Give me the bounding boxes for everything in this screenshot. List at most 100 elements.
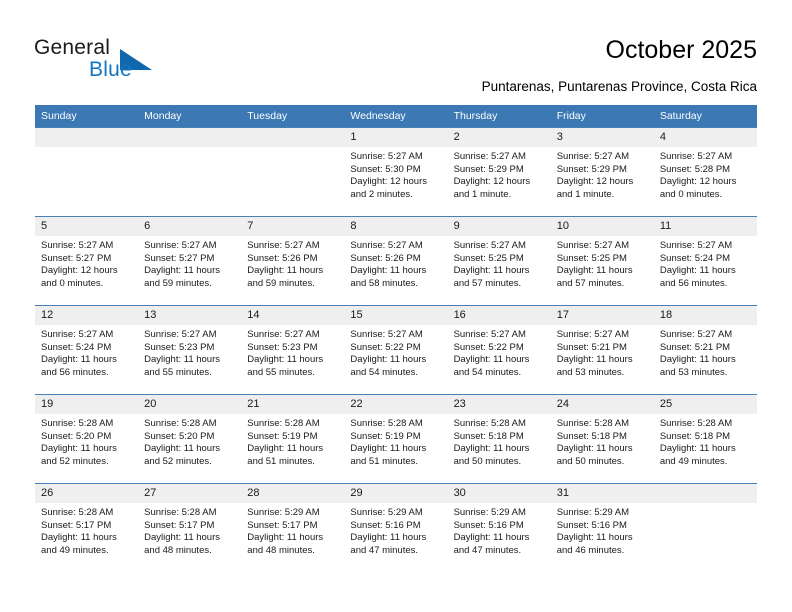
- sunrise-time: Sunrise: 5:27 AM: [453, 329, 526, 340]
- daylight-duration-line2: and 51 minutes.: [350, 455, 419, 467]
- day-details: Sunrise: 5:29 AM Sunset: 5:16 PM Daylight:…: [344, 503, 447, 557]
- sunrise-time: Sunrise: 5:28 AM: [41, 507, 114, 518]
- daylight-duration-line2: and 2 minutes.: [350, 188, 413, 200]
- calendar-day-cell[interactable]: 26 Sunrise: 5:28 AM Sunset: 5:17 PM Dayligh…: [35, 483, 139, 572]
- daylight-duration-line2: and 46 minutes.: [556, 544, 625, 556]
- day-details: Sunrise: 5:28 AM Sunset: 5:18 PM Daylight:…: [448, 414, 551, 468]
- sunrise-time: Sunrise: 5:27 AM: [144, 240, 217, 251]
- sunrise-time: Sunrise: 5:27 AM: [41, 240, 114, 251]
- daylight-duration-line2: and 56 minutes.: [41, 366, 109, 378]
- day-number: 2: [447, 128, 551, 147]
- calendar-day-cell[interactable]: 11 Sunrise: 5:27 AM Sunset: 5:24 PM Dayligh…: [653, 216, 757, 306]
- daylight-duration-line2: and 59 minutes.: [144, 277, 212, 289]
- daylight-duration-line1: Daylight: 11 hours: [144, 443, 221, 455]
- day-number: 11: [653, 217, 757, 236]
- calendar-day-cell[interactable]: 15 Sunrise: 5:27 AM Sunset: 5:22 PM Dayligh…: [344, 305, 448, 395]
- daylight-duration-line1: Daylight: 11 hours: [556, 443, 633, 455]
- calendar-day-cell[interactable]: 12 Sunrise: 5:27 AM Sunset: 5:24 PM Dayligh…: [35, 305, 139, 395]
- calendar-day-cell[interactable]: 21 Sunrise: 5:28 AM Sunset: 5:19 PM Dayligh…: [241, 394, 345, 484]
- calendar-day-cell[interactable]: 5 Sunrise: 5:27 AM Sunset: 5:27 PM Daylight…: [35, 216, 139, 306]
- day-number: 18: [653, 306, 757, 325]
- daylight-duration-line1: Daylight: 12 hours: [453, 176, 531, 188]
- calendar-day-cell[interactable]: 14 Sunrise: 5:27 AM Sunset: 5:23 PM Dayligh…: [241, 305, 345, 395]
- sunrise-time: Sunrise: 5:29 AM: [247, 507, 320, 518]
- sunset-time: Sunset: 5:26 PM: [350, 252, 421, 264]
- calendar-day-cell[interactable]: 3 Sunrise: 5:27 AM Sunset: 5:29 PM Daylight…: [550, 127, 654, 217]
- sunset-time: Sunset: 5:20 PM: [41, 430, 112, 442]
- calendar-day-cell[interactable]: 7 Sunrise: 5:27 AM Sunset: 5:26 PM Daylight…: [241, 216, 345, 306]
- sunrise-time: Sunrise: 5:27 AM: [41, 329, 114, 340]
- daylight-duration-line2: and 54 minutes.: [350, 366, 419, 378]
- sunrise-time: Sunrise: 5:28 AM: [556, 418, 630, 429]
- daylight-duration-line2: and 52 minutes.: [41, 455, 109, 467]
- day-number: 13: [138, 306, 242, 325]
- daylight-duration-line1: Daylight: 11 hours: [41, 532, 117, 544]
- sunrise-time: Sunrise: 5:27 AM: [144, 329, 217, 340]
- daylight-duration-line2: and 51 minutes.: [247, 455, 315, 467]
- sunrise-time: Sunrise: 5:28 AM: [350, 418, 423, 429]
- day-number: 1: [344, 128, 448, 147]
- calendar-day-cell[interactable]: 1 Sunrise: 5:27 AM Sunset: 5:30 PM Daylight…: [344, 127, 448, 217]
- day-number: [653, 484, 757, 503]
- calendar-day-cell[interactable]: 23 Sunrise: 5:28 AM Sunset: 5:18 PM Dayligh…: [447, 394, 551, 484]
- calendar-day-cell[interactable]: 16 Sunrise: 5:27 AM Sunset: 5:22 PM Dayligh…: [447, 305, 551, 395]
- daylight-duration-line2: and 55 minutes.: [247, 366, 315, 378]
- calendar-page: General Blue October 2025 Puntarenas, Pu…: [0, 0, 792, 612]
- calendar-day-cell[interactable]: 9 Sunrise: 5:27 AM Sunset: 5:25 PM Daylight…: [447, 216, 551, 306]
- day-details: Sunrise: 5:27 AM Sunset: 5:23 PM Daylight:…: [241, 325, 344, 379]
- sunset-time: Sunset: 5:18 PM: [556, 430, 627, 442]
- calendar-day-cell[interactable]: 17 Sunrise: 5:27 AM Sunset: 5:21 PM Dayligh…: [550, 305, 654, 395]
- day-details: Sunrise: 5:27 AM Sunset: 5:22 PM Daylight:…: [344, 325, 447, 379]
- calendar-day-cell[interactable]: 10 Sunrise: 5:27 AM Sunset: 5:25 PM Dayligh…: [550, 216, 654, 306]
- calendar-day-cell[interactable]: 19 Sunrise: 5:28 AM Sunset: 5:20 PM Dayligh…: [35, 394, 139, 484]
- day-number: [241, 128, 345, 147]
- daylight-duration-line1: Daylight: 11 hours: [453, 354, 530, 366]
- daylight-duration-line2: and 52 minutes.: [144, 455, 212, 467]
- day-details: Sunrise: 5:27 AM Sunset: 5:21 PM Daylight:…: [551, 325, 654, 379]
- sunset-time: Sunset: 5:24 PM: [41, 341, 112, 353]
- general-blue-logo[interactable]: General Blue: [34, 36, 164, 86]
- sunset-time: Sunset: 5:22 PM: [453, 341, 524, 353]
- calendar-week-row: 5 Sunrise: 5:27 AM Sunset: 5:27 PM Daylight…: [35, 216, 757, 306]
- day-details: Sunrise: 5:27 AM Sunset: 5:25 PM Daylight:…: [448, 236, 551, 290]
- sunrise-sunset-calendar-table: Sunday Monday Tuesday Wednesday Thursday…: [35, 105, 757, 572]
- day-details: Sunrise: 5:28 AM Sunset: 5:18 PM Daylight:…: [654, 414, 757, 468]
- calendar-day-cell[interactable]: 24 Sunrise: 5:28 AM Sunset: 5:18 PM Dayligh…: [550, 394, 654, 484]
- sunset-time: Sunset: 5:27 PM: [41, 252, 112, 264]
- day-number: 24: [550, 395, 654, 414]
- calendar-body: 1 Sunrise: 5:27 AM Sunset: 5:30 PM Daylight…: [35, 127, 757, 572]
- calendar-day-cell[interactable]: 30 Sunrise: 5:29 AM Sunset: 5:16 PM Dayligh…: [447, 483, 551, 572]
- day-details: Sunrise: 5:28 AM Sunset: 5:20 PM Daylight:…: [35, 414, 138, 468]
- sunset-time: Sunset: 5:16 PM: [350, 519, 421, 531]
- calendar-day-cell[interactable]: 22 Sunrise: 5:28 AM Sunset: 5:19 PM Dayligh…: [344, 394, 448, 484]
- calendar-day-cell[interactable]: 27 Sunrise: 5:28 AM Sunset: 5:17 PM Dayligh…: [138, 483, 242, 572]
- page-header: General Blue October 2025 Puntarenas, Pu…: [0, 0, 792, 104]
- calendar-day-cell[interactable]: 6 Sunrise: 5:27 AM Sunset: 5:27 PM Daylight…: [138, 216, 242, 306]
- day-details: Sunrise: 5:28 AM Sunset: 5:17 PM Daylight:…: [138, 503, 241, 557]
- day-details: Sunrise: 5:28 AM Sunset: 5:20 PM Daylight:…: [138, 414, 241, 468]
- calendar-day-cell[interactable]: 28 Sunrise: 5:29 AM Sunset: 5:17 PM Dayligh…: [241, 483, 345, 572]
- day-number: 3: [550, 128, 654, 147]
- day-details: Sunrise: 5:27 AM Sunset: 5:29 PM Daylight:…: [448, 147, 551, 201]
- calendar-day-cell[interactable]: 20 Sunrise: 5:28 AM Sunset: 5:20 PM Dayligh…: [138, 394, 242, 484]
- calendar-day-cell[interactable]: 18 Sunrise: 5:27 AM Sunset: 5:21 PM Dayligh…: [653, 305, 757, 395]
- day-details: Sunrise: 5:29 AM Sunset: 5:16 PM Daylight:…: [551, 503, 654, 557]
- sunset-time: Sunset: 5:26 PM: [247, 252, 318, 264]
- calendar-day-cell[interactable]: 2 Sunrise: 5:27 AM Sunset: 5:29 PM Daylight…: [447, 127, 551, 217]
- daylight-duration-line1: Daylight: 11 hours: [453, 265, 530, 277]
- calendar-day-cell[interactable]: 29 Sunrise: 5:29 AM Sunset: 5:16 PM Dayligh…: [344, 483, 448, 572]
- day-number: 4: [653, 128, 757, 147]
- calendar-day-cell[interactable]: 13 Sunrise: 5:27 AM Sunset: 5:23 PM Dayligh…: [138, 305, 242, 395]
- daylight-duration-line1: Daylight: 12 hours: [41, 265, 118, 277]
- calendar-day-cell-empty: [241, 127, 345, 217]
- day-details: Sunrise: 5:29 AM Sunset: 5:17 PM Daylight:…: [241, 503, 344, 557]
- sunset-time: Sunset: 5:17 PM: [41, 519, 112, 531]
- calendar-day-cell[interactable]: 31 Sunrise: 5:29 AM Sunset: 5:16 PM Dayligh…: [550, 483, 654, 572]
- calendar-day-cell[interactable]: 8 Sunrise: 5:27 AM Sunset: 5:26 PM Daylight…: [344, 216, 448, 306]
- sunset-time: Sunset: 5:16 PM: [556, 519, 627, 531]
- calendar-day-cell[interactable]: 25 Sunrise: 5:28 AM Sunset: 5:18 PM Dayligh…: [653, 394, 757, 484]
- calendar-day-cell[interactable]: 4 Sunrise: 5:27 AM Sunset: 5:28 PM Daylight…: [653, 127, 757, 217]
- calendar-week-row: 12 Sunrise: 5:27 AM Sunset: 5:24 PM Dayligh…: [35, 305, 757, 395]
- daylight-duration-line2: and 53 minutes.: [659, 366, 728, 378]
- sunset-time: Sunset: 5:27 PM: [144, 252, 215, 264]
